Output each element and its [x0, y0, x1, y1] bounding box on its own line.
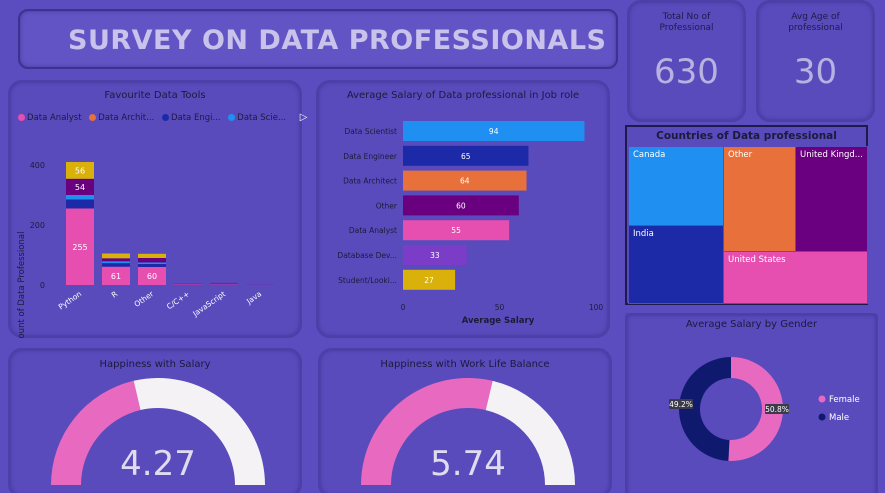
data-label: 60 [147, 272, 157, 281]
bar-segment [174, 284, 202, 285]
bar-segment [102, 261, 130, 264]
happiness-salary-card[interactable]: Happiness with Salary 4.27 [8, 348, 302, 493]
happiness-wlb-card[interactable]: Happiness with Work Life Balance 5.74 [318, 348, 612, 493]
x-tick-label: Java [244, 289, 263, 306]
gauge-chart: 5.74 [361, 378, 575, 485]
favourite-tools-card[interactable]: Favourite Data Tools Data Analyst Data A… [8, 80, 307, 338]
treemap-cell-united-states[interactable]: United States [723, 251, 868, 304]
bar-segment [102, 253, 130, 259]
bar-segment [210, 284, 238, 285]
legend-female[interactable]: Female [829, 395, 860, 405]
kpi-total-professionals[interactable]: Total No of Professional 630 [627, 0, 746, 122]
legend-dot-icon [818, 395, 826, 403]
salary-by-role-card[interactable]: Average Salary of Data professional in J… [316, 80, 610, 338]
x-tick-label: 100 [589, 303, 604, 312]
x-tick-label: C/C++ [165, 289, 191, 311]
bar-segment [138, 262, 166, 264]
salary-role-chart: Average Salary Data Scientist 94 Data Engi… [337, 121, 604, 326]
bar-segment [66, 199, 94, 209]
x-tick-label: 50 [495, 303, 505, 312]
y-tick-label: Database Dev... [337, 251, 397, 260]
y-axis-label: Count of Data Professional [17, 232, 27, 338]
gauge-chart: 4.27 [51, 378, 265, 485]
kpi-avg-age[interactable]: Avg Age of professional 30 [756, 0, 875, 122]
bar-segment [138, 258, 166, 263]
data-label: 56 [75, 166, 85, 175]
data-label: 49.2% [669, 400, 693, 409]
y-tick-label: Other [376, 201, 398, 210]
y-tick-label: Student/Looki... [338, 276, 397, 285]
kpi-value: 30 [793, 52, 838, 92]
y-tick-label: 0 [40, 281, 45, 290]
kpi-value: 630 [654, 52, 719, 92]
y-tick-label: 200 [30, 221, 45, 230]
bar-segment [138, 264, 166, 267]
bar-segment [210, 283, 238, 285]
y-tick-label: Data Engineer [343, 152, 398, 161]
data-label: 94 [489, 127, 499, 136]
data-label: 33 [430, 251, 440, 260]
treemap-cell-united-kingdom[interactable]: United Kingd... [795, 146, 868, 252]
data-label: 55 [451, 226, 461, 235]
data-label: 255 [72, 243, 87, 252]
page-title: SURVEY ON DATA PROFESSIONALS [68, 25, 607, 56]
kpi-label: Total No of Professional [659, 12, 714, 33]
tools-chart: Count of Data Professional 0 200 400 255 54 5… [17, 161, 274, 338]
bar-segment [66, 195, 94, 200]
x-tick-label: JavaScript [190, 289, 227, 319]
kpi-label: Avg Age of professional [788, 12, 843, 33]
bar-segment [138, 253, 166, 258]
treemap-cell-canada[interactable]: Canada [628, 146, 724, 226]
data-label: 27 [424, 276, 434, 285]
gauge-value-label: 4.27 [120, 444, 196, 484]
data-label: 60 [456, 201, 466, 210]
y-tick-label: Data Analyst [349, 226, 397, 235]
legend-dot-icon [818, 413, 826, 421]
y-tick-label: Data Architect [343, 177, 397, 186]
y-tick-label: 400 [30, 161, 45, 170]
data-label: 65 [461, 152, 471, 161]
data-label: 50.8% [765, 405, 789, 414]
bar-segment [102, 258, 130, 262]
gauge-value-label: 5.74 [430, 444, 506, 484]
title-banner: SURVEY ON DATA PROFESSIONALS [18, 9, 618, 69]
x-axis-label: Average Salary [462, 316, 535, 326]
gender-donut-chart: 50.8% 49.2% Female Male [669, 357, 860, 461]
treemap-cell-other[interactable]: Other [723, 146, 796, 252]
data-label: 64 [460, 177, 470, 186]
x-tick-label: Python [57, 289, 84, 311]
y-tick-label: Data Scientist [345, 127, 398, 136]
legend-male[interactable]: Male [829, 413, 849, 423]
data-label: 54 [75, 183, 85, 192]
bar-segment [210, 282, 238, 284]
bar-segment [102, 263, 130, 267]
countries-treemap-card[interactable]: Countries of Data professional Canada Ot… [625, 125, 868, 305]
treemap-cell-india[interactable]: India [628, 225, 724, 304]
data-label: 61 [111, 272, 121, 281]
x-tick-label: 0 [401, 303, 406, 312]
salary-gender-card[interactable]: Average Salary by Gender 50.8% 49.2% Fema… [625, 313, 878, 493]
x-tick-label: R [110, 289, 119, 299]
x-tick-label: Other [133, 289, 156, 309]
chart-title: Countries of Data professional [656, 130, 837, 142]
